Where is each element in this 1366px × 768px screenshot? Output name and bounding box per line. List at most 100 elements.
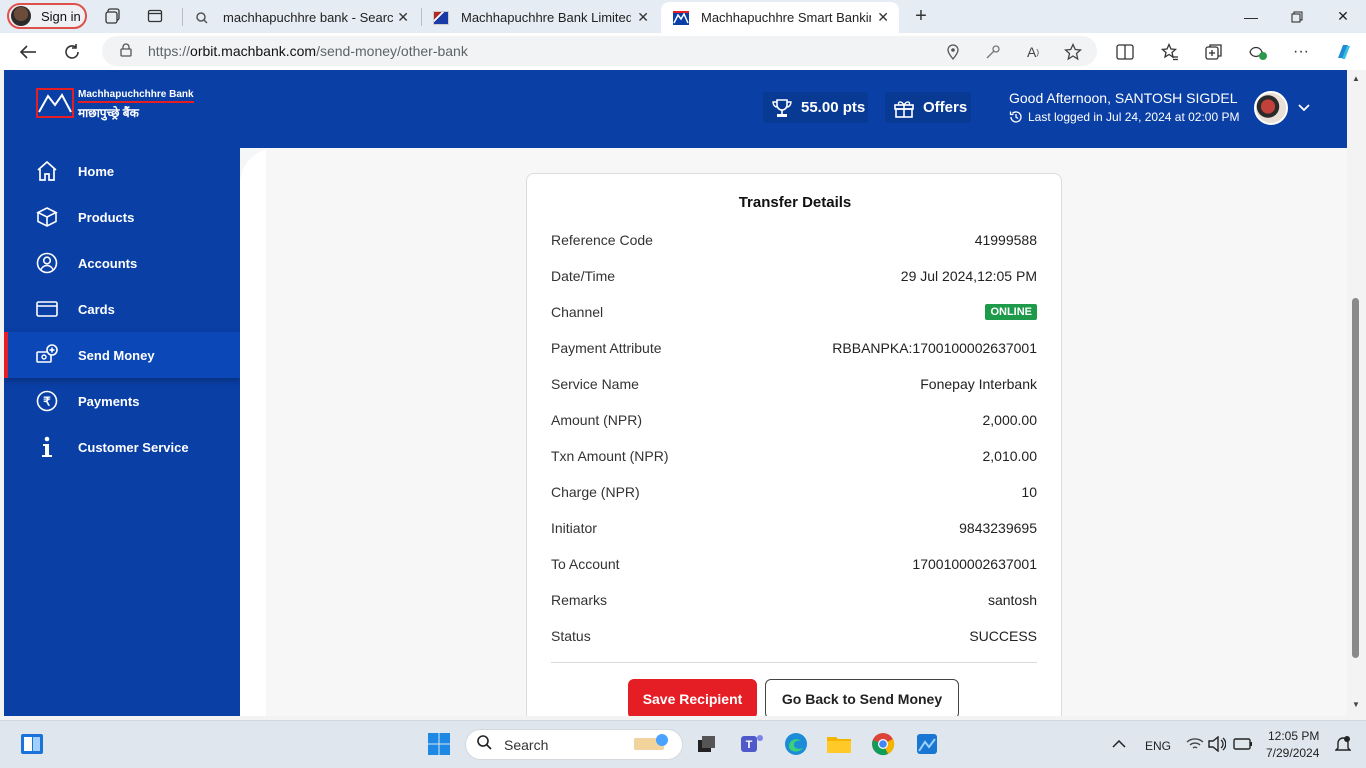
points-value: 55.00 pts xyxy=(801,99,866,116)
channel-status-badge: ONLINE xyxy=(985,304,1037,320)
page-viewport: Machhapuchchhre Bank माछापुच्छ्रे बैंक 5… xyxy=(4,70,1347,716)
go-back-send-money-button[interactable]: Go Back to Send Money xyxy=(765,679,959,716)
tab-smart-banking[interactable]: Machhapuchhre Smart Banking ✕ xyxy=(661,2,899,33)
new-tab-icon[interactable]: + xyxy=(912,5,930,27)
edge-icon[interactable] xyxy=(783,731,809,757)
cube-icon xyxy=(36,206,58,228)
sidebar-item-label: Payments xyxy=(78,393,140,409)
windows-taskbar: Search T ENG 12:05 PM 7/29/2024 xyxy=(0,720,1366,768)
profile-label: Sign in xyxy=(41,8,81,24)
more-menu-icon[interactable]: ··· xyxy=(1291,42,1311,62)
sidebar-item-customer-service[interactable]: Customer Service xyxy=(4,424,240,470)
close-icon[interactable]: ✕ xyxy=(637,9,649,26)
chevron-down-icon[interactable] xyxy=(1298,100,1310,115)
offers-button[interactable]: Offers xyxy=(885,92,971,123)
notifications-icon[interactable] xyxy=(1330,731,1356,757)
volume-icon[interactable] xyxy=(1204,731,1230,757)
sidebar-item-label: Send Money xyxy=(78,347,155,363)
sidebar-item-label: Cards xyxy=(78,301,115,317)
tab-bank-limited[interactable]: Machhapuchhre Bank Limited ✕ xyxy=(421,2,659,33)
reward-points-button[interactable]: 55.00 pts xyxy=(763,92,868,123)
detail-value: SUCCESS xyxy=(969,628,1037,644)
user-avatar[interactable] xyxy=(1254,91,1288,125)
detail-label: Txn Amount (NPR) xyxy=(551,448,669,464)
detail-value: 2,010.00 xyxy=(982,448,1038,464)
teams-icon[interactable]: T xyxy=(739,731,765,757)
chrome-icon[interactable] xyxy=(870,731,896,757)
location-icon[interactable] xyxy=(943,42,963,62)
detail-value: 2,000.00 xyxy=(982,412,1038,428)
sidebar-item-cards[interactable]: Cards xyxy=(4,286,240,332)
language-indicator[interactable]: ENG xyxy=(1145,739,1171,753)
window-close-icon[interactable]: ✕ xyxy=(1320,0,1366,33)
offers-label: Offers xyxy=(923,99,968,116)
browser-tab-strip: Sign in machhapuchhre bank - Search ✕ Ma… xyxy=(0,0,1366,33)
close-icon[interactable]: ✕ xyxy=(397,9,409,26)
task-view-icon[interactable] xyxy=(694,731,720,757)
battery-icon[interactable] xyxy=(1230,731,1256,757)
sidebar-item-send-money[interactable]: Send Money xyxy=(4,332,240,378)
favorite-star-icon[interactable] xyxy=(1063,42,1083,62)
svg-text:₹: ₹ xyxy=(43,395,51,409)
bank-favicon-icon xyxy=(673,10,689,25)
detail-value: 29 Jul 2024,12:05 PM xyxy=(900,268,1037,284)
copilot-icon[interactable] xyxy=(1334,42,1354,62)
photos-icon[interactable] xyxy=(914,731,940,757)
tab-search[interactable]: machhapuchhre bank - Search ✕ xyxy=(183,2,419,33)
detail-value: 1700100002637001 xyxy=(912,556,1037,572)
browser-toolbar: https://orbit.machbank.com/send-money/ot… xyxy=(0,33,1366,70)
split-screen-icon[interactable] xyxy=(1115,42,1135,62)
start-windows-icon[interactable] xyxy=(426,731,452,757)
chevron-up-icon[interactable] xyxy=(1106,731,1132,757)
detail-row-to-account: To Account 1700100002637001 xyxy=(551,554,1037,574)
scrollbar-thumb[interactable] xyxy=(1352,298,1359,658)
logo-underline xyxy=(78,101,194,103)
save-recipient-button[interactable]: Save Recipient xyxy=(628,679,757,716)
profile-button[interactable]: Sign in xyxy=(7,3,87,29)
close-icon[interactable]: ✕ xyxy=(877,9,889,26)
refresh-icon[interactable] xyxy=(62,42,82,62)
detail-row-status: Status SUCCESS xyxy=(551,626,1037,646)
read-aloud-icon[interactable]: A) xyxy=(1023,42,1043,62)
sidebar: Home Products Accounts Cards Send Money xyxy=(4,148,240,716)
workspaces-icon[interactable] xyxy=(104,7,122,25)
detail-row-reference-code: Reference Code 41999588 xyxy=(551,230,1037,250)
transfer-details-card: Transfer Details Reference Code 41999588… xyxy=(526,173,1062,716)
detail-label: Charge (NPR) xyxy=(551,484,640,500)
clock-date[interactable]: 7/29/2024 xyxy=(1266,746,1319,760)
sidebar-item-home[interactable]: Home xyxy=(4,148,240,194)
sidebar-item-label: Home xyxy=(78,163,115,179)
profile-avatar-icon xyxy=(11,6,31,26)
tab-actions-icon[interactable] xyxy=(146,7,164,25)
info-icon xyxy=(36,436,58,458)
mountain-logo-icon xyxy=(36,88,74,118)
password-key-icon[interactable] xyxy=(983,42,1003,62)
collections-icon[interactable] xyxy=(1204,42,1224,62)
sidebar-item-payments[interactable]: ₹ Payments xyxy=(4,378,240,424)
sidebar-item-accounts[interactable]: Accounts xyxy=(4,240,240,286)
url-prefix: https:// xyxy=(148,43,191,59)
search-highlight-icon xyxy=(632,730,672,759)
url-text: https://orbit.machbank.com/send-money/ot… xyxy=(148,43,468,59)
trophy-icon xyxy=(772,98,792,117)
detail-label: Initiator xyxy=(551,520,597,536)
detail-value: Fonepay Interbank xyxy=(920,376,1037,392)
payments-icon: ₹ xyxy=(36,390,58,412)
widgets-icon[interactable] xyxy=(19,731,45,757)
back-icon[interactable] xyxy=(18,42,38,62)
detail-label: Service Name xyxy=(551,376,639,392)
bank-logo[interactable]: Machhapuchchhre Bank माछापुच्छ्रे बैंक xyxy=(36,88,194,122)
sidebar-item-label: Customer Service xyxy=(78,439,189,455)
file-explorer-icon[interactable] xyxy=(826,731,852,757)
favorites-icon[interactable] xyxy=(1160,42,1180,62)
page-scrollbar[interactable]: ▲ ▼ xyxy=(1347,70,1366,716)
clock-time[interactable]: 12:05 PM xyxy=(1268,729,1319,743)
url-path: /send-money/other-bank xyxy=(316,43,468,59)
browser-essentials-icon[interactable] xyxy=(1248,42,1268,62)
sidebar-item-products[interactable]: Products xyxy=(4,194,240,240)
minimize-icon[interactable]: — xyxy=(1228,0,1274,33)
scroll-down-icon[interactable]: ▼ xyxy=(1352,700,1360,709)
scroll-up-icon[interactable]: ▲ xyxy=(1352,74,1360,83)
restore-icon[interactable] xyxy=(1274,0,1320,33)
taskbar-search[interactable]: Search xyxy=(465,729,683,760)
